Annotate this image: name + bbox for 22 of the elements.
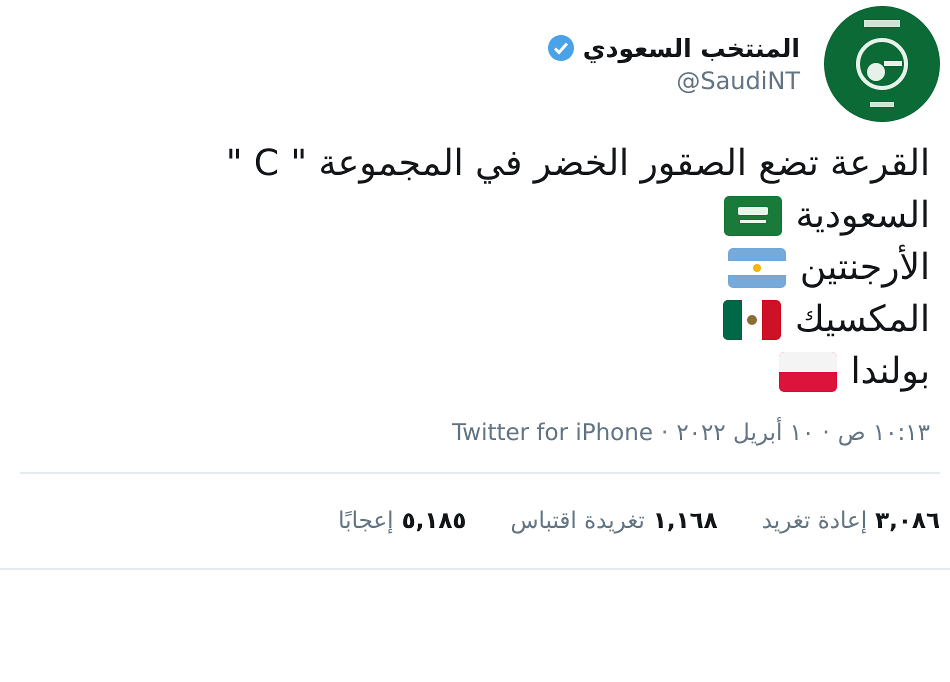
team-name: الأرجنتين xyxy=(800,242,930,294)
stat-label[interactable]: إعجابًا xyxy=(338,508,394,534)
saudi-flag-icon xyxy=(724,196,782,236)
poland-flag-icon xyxy=(778,352,837,392)
stat-count[interactable]: ٥,١٨٥ xyxy=(402,508,466,534)
team-name: السعودية xyxy=(796,194,930,238)
argentina-flag-icon xyxy=(728,248,786,288)
team-name: بولندا xyxy=(850,350,930,394)
stat-label[interactable]: تغريدة اقتباس xyxy=(510,508,645,534)
separator-dot: · xyxy=(822,420,830,446)
stat-count[interactable]: ١,١٦٨ xyxy=(652,508,718,534)
account-handle[interactable]: @SaudiNT xyxy=(546,66,800,94)
tweet-source[interactable]: Twitter for iPhone xyxy=(452,420,653,446)
tweet-time[interactable]: ١٠:١٣ ص xyxy=(838,420,930,446)
team-name: المكسيك xyxy=(795,298,930,342)
mexico-flag-icon xyxy=(723,300,782,340)
stat-label[interactable]: إعادة تغريد xyxy=(762,508,868,534)
separator-dot: · xyxy=(661,420,668,446)
account-name[interactable]: المنتخب السعودي xyxy=(582,34,800,62)
stat-count[interactable]: ٣,٠٨٦ xyxy=(875,508,940,534)
tweet-text: القرعة تضع الصقور الخضر في المجموعة " C " xyxy=(226,142,930,186)
team-logo-icon xyxy=(824,6,940,122)
